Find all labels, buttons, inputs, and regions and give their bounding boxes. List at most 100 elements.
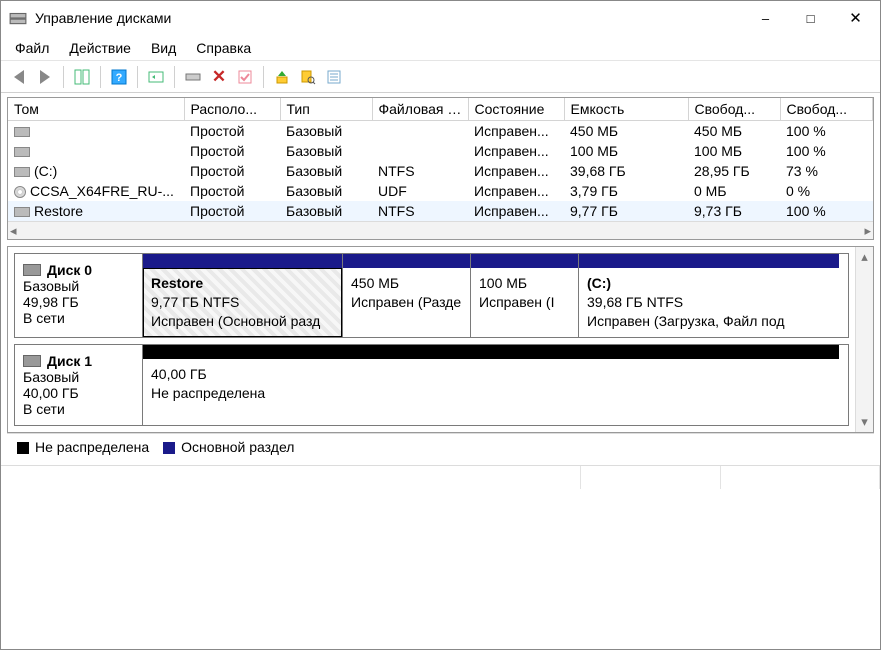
maximize-button[interactable]: □ bbox=[788, 4, 833, 32]
col-capacity[interactable]: Емкость bbox=[564, 98, 688, 121]
volume-status: Исправен... bbox=[468, 181, 564, 201]
partition-name: (C:) bbox=[587, 275, 611, 291]
col-freepct[interactable]: Свобод... bbox=[780, 98, 873, 121]
volume-fs: NTFS bbox=[372, 201, 468, 221]
menu-bar: Файл Действие Вид Справка bbox=[1, 35, 880, 61]
disk-label[interactable]: Диск 0Базовый49,98 ГБВ сети bbox=[15, 254, 143, 337]
minimize-button[interactable]: – bbox=[743, 4, 788, 32]
status-bar bbox=[1, 465, 880, 489]
partition-status: Исправен (Разде bbox=[351, 294, 461, 310]
partition-status: Исправен (I bbox=[479, 294, 554, 310]
volume-freepct: 100 % bbox=[780, 141, 873, 161]
partition-status: Исправен (Основной разд bbox=[151, 313, 320, 329]
volume-name: Restore bbox=[34, 203, 83, 219]
volume-free: 0 МБ bbox=[688, 181, 780, 201]
partition[interactable]: 100 МБ Исправен (I bbox=[471, 254, 579, 337]
menu-file[interactable]: Файл bbox=[5, 37, 59, 59]
partition-size: 100 МБ bbox=[479, 275, 527, 291]
menu-view[interactable]: Вид bbox=[141, 37, 186, 59]
volume-type: Базовый bbox=[280, 181, 372, 201]
volume-row[interactable]: RestoreПростойБазовыйNTFSИсправен...9,77… bbox=[8, 201, 873, 221]
volume-status: Исправен... bbox=[468, 141, 564, 161]
delete-button[interactable]: ✕ bbox=[207, 65, 231, 89]
partition[interactable]: 40,00 ГБНе распределена bbox=[143, 345, 839, 425]
volume-status: Исправен... bbox=[468, 121, 564, 142]
volume-row[interactable]: ПростойБазовыйИсправен...100 МБ100 МБ100… bbox=[8, 141, 873, 161]
help-button[interactable]: ? bbox=[107, 65, 131, 89]
properties-button[interactable] bbox=[233, 65, 257, 89]
toolbar-separator bbox=[63, 66, 64, 88]
menu-help[interactable]: Справка bbox=[186, 37, 261, 59]
list-button[interactable] bbox=[322, 65, 346, 89]
back-button[interactable] bbox=[7, 65, 31, 89]
disk-type: Базовый bbox=[23, 278, 134, 294]
toolbar: ? ✕ bbox=[1, 61, 880, 93]
partition-size: 9,77 ГБ NTFS bbox=[151, 294, 239, 310]
volume-capacity: 9,77 ГБ bbox=[564, 201, 688, 221]
search-button[interactable] bbox=[296, 65, 320, 89]
disc-icon bbox=[14, 186, 26, 198]
partition-size: 39,68 ГБ NTFS bbox=[587, 294, 683, 310]
drive-icon bbox=[14, 207, 30, 217]
volume-capacity: 3,79 ГБ bbox=[564, 181, 688, 201]
disk-row: Диск 1Базовый40,00 ГБВ сети40,00 ГБНе ра… bbox=[14, 344, 849, 426]
col-volume[interactable]: Том bbox=[8, 98, 184, 121]
volume-type: Базовый bbox=[280, 121, 372, 142]
up-button[interactable] bbox=[270, 65, 294, 89]
show-hide-tree-button[interactable] bbox=[70, 65, 94, 89]
disk-state: В сети bbox=[23, 401, 134, 417]
svg-text:?: ? bbox=[116, 72, 123, 84]
volume-row[interactable]: ПростойБазовыйИсправен...450 МБ450 МБ100… bbox=[8, 121, 873, 142]
scroll-up-icon[interactable]: ▴ bbox=[861, 249, 868, 265]
partition[interactable]: Restore 9,77 ГБ NTFS Исправен (Основной ра… bbox=[143, 254, 343, 337]
volume-free: 100 МБ bbox=[688, 141, 780, 161]
horizontal-scrollbar[interactable]: ◂ ▸ bbox=[8, 221, 873, 239]
volume-layout: Простой bbox=[184, 161, 280, 181]
disk-type: Базовый bbox=[23, 369, 134, 385]
disk-icon bbox=[23, 264, 41, 276]
volume-fs: UDF bbox=[372, 181, 468, 201]
partition-status: Не распределена bbox=[151, 385, 265, 401]
toolbar-separator bbox=[137, 66, 138, 88]
partition-bar bbox=[143, 254, 342, 268]
legend-primary: Основной раздел bbox=[163, 439, 294, 455]
partition[interactable]: (C:) 39,68 ГБ NTFS Исправен (Загрузка, Фай… bbox=[579, 254, 839, 337]
volume-row[interactable]: CCSA_X64FRE_RU-...ПростойБазовыйUDFИспра… bbox=[8, 181, 873, 201]
col-layout[interactable]: Располо... bbox=[184, 98, 280, 121]
vertical-scrollbar[interactable]: ▴ ▾ bbox=[855, 247, 873, 432]
scroll-left-icon[interactable]: ◂ bbox=[10, 223, 17, 239]
volume-type: Базовый bbox=[280, 141, 372, 161]
disk-state: В сети bbox=[23, 310, 134, 326]
volume-name: (C:) bbox=[34, 163, 57, 179]
refresh-button[interactable] bbox=[144, 65, 168, 89]
disk-title: Диск 1 bbox=[47, 353, 92, 369]
close-button[interactable]: ✕ bbox=[833, 4, 878, 32]
scroll-right-icon[interactable]: ▸ bbox=[864, 223, 871, 239]
partition-name: Restore bbox=[151, 275, 203, 291]
partition[interactable]: 450 МБ Исправен (Разде bbox=[343, 254, 471, 337]
column-headers[interactable]: Том Располо... Тип Файловая с... Состоян… bbox=[8, 98, 873, 121]
volume-layout: Простой bbox=[184, 121, 280, 142]
volume-freepct: 0 % bbox=[780, 181, 873, 201]
scroll-down-icon[interactable]: ▾ bbox=[861, 414, 868, 430]
col-status[interactable]: Состояние bbox=[468, 98, 564, 121]
volume-layout: Простой bbox=[184, 201, 280, 221]
volume-layout: Простой bbox=[184, 181, 280, 201]
volume-type: Базовый bbox=[280, 161, 372, 181]
volume-row[interactable]: (C:)ПростойБазовыйNTFSИсправен...39,68 Г… bbox=[8, 161, 873, 181]
volume-list[interactable]: Том Располо... Тип Файловая с... Состоян… bbox=[7, 97, 874, 240]
col-fs[interactable]: Файловая с... bbox=[372, 98, 468, 121]
volume-freepct: 73 % bbox=[780, 161, 873, 181]
forward-button[interactable] bbox=[33, 65, 57, 89]
partition-bar bbox=[343, 254, 470, 268]
col-free[interactable]: Свобод... bbox=[688, 98, 780, 121]
partition-status: Исправен (Загрузка, Файл под bbox=[587, 313, 785, 329]
col-type[interactable]: Тип bbox=[280, 98, 372, 121]
volume-free: 450 МБ bbox=[688, 121, 780, 142]
disk-settings-button[interactable] bbox=[181, 65, 205, 89]
menu-action[interactable]: Действие bbox=[59, 37, 141, 59]
disk-label[interactable]: Диск 1Базовый40,00 ГБВ сети bbox=[15, 345, 143, 425]
partition-size: 450 МБ bbox=[351, 275, 399, 291]
disk-row: Диск 0Базовый49,98 ГБВ сети Restore 9,77 Г… bbox=[14, 253, 849, 338]
title-bar: Управление дисками – □ ✕ bbox=[1, 1, 880, 35]
